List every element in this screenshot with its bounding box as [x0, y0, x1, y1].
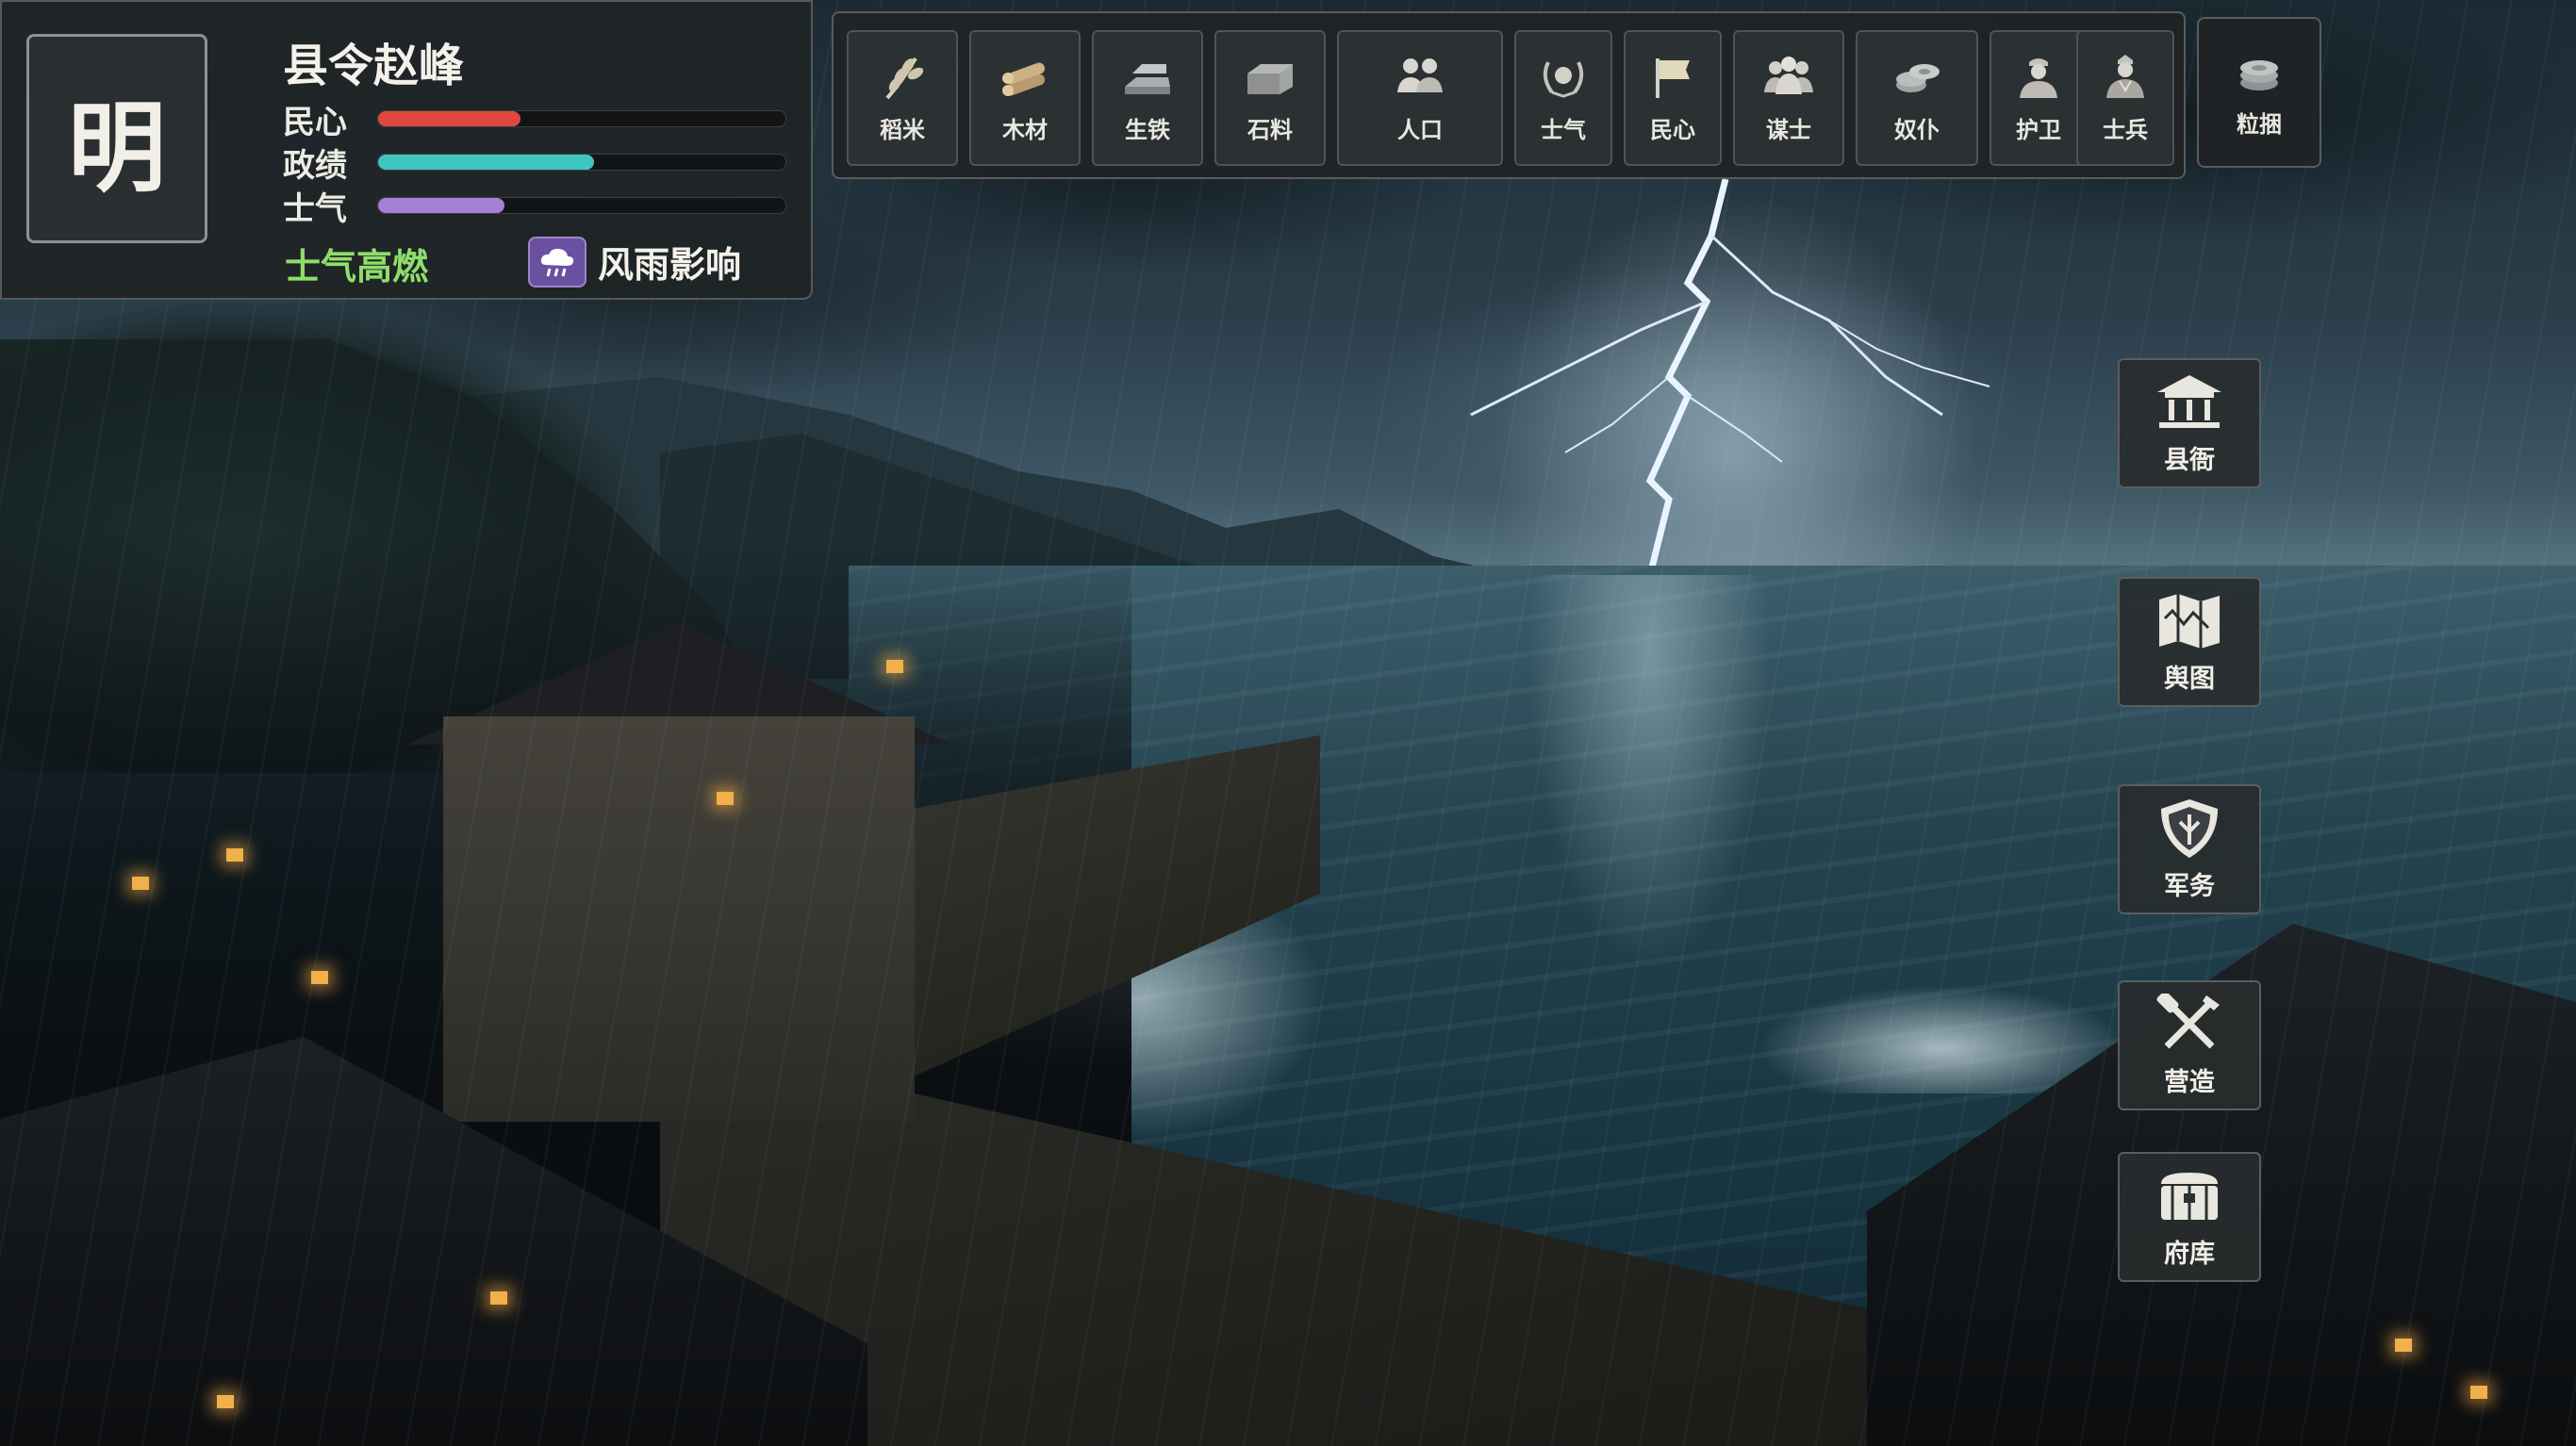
- resource-population-button[interactable]: 人口: [1337, 30, 1503, 166]
- support-bar-fill: [378, 111, 521, 126]
- resource-toolbar: 稻米 木材 生铁 石料 人口 士气 民心 谋士 奴仆 护卫 士兵: [832, 11, 2186, 179]
- stat-row-morale: 士气: [283, 187, 786, 228]
- rice-icon: [885, 57, 924, 99]
- menu-label: 舆图: [2164, 664, 2215, 694]
- resource-label: 生铁: [1125, 116, 1170, 143]
- dynasty-emblem: 明: [26, 34, 207, 243]
- menu-military-button[interactable]: 军务: [2118, 784, 2261, 914]
- dynasty-name: 明: [67, 90, 166, 205]
- stone-icon: [1247, 63, 1293, 94]
- resource-label: 木材: [1002, 116, 1048, 143]
- achievement-bar: [377, 154, 786, 171]
- resource-wood-button[interactable]: 木材: [969, 30, 1081, 166]
- official-status-panel: 明 县令赵峰 民心 政绩 士气 士气高燃 风雨影响: [0, 0, 813, 300]
- resource-morale-button[interactable]: 士气: [1514, 30, 1612, 166]
- flag-icon: [1656, 58, 1690, 98]
- resource-support-button[interactable]: 民心: [1624, 30, 1722, 166]
- resource-label: 石料: [1247, 116, 1293, 143]
- extra-resource-button[interactable]: 粒捆: [2197, 17, 2321, 168]
- menu-yamen-button[interactable]: 县衙: [2118, 358, 2261, 488]
- storm-cloud-icon: [528, 236, 586, 288]
- resource-label: 谋士: [1766, 116, 1811, 143]
- resource-label: 民心: [1650, 116, 1695, 143]
- menu-label: 军务: [2164, 871, 2215, 901]
- yamen-icon: [2157, 374, 2221, 428]
- resource-label: 士气: [1541, 116, 1586, 143]
- resource-label: 士兵: [2103, 116, 2148, 143]
- morale-bar-fill: [378, 198, 504, 213]
- resource-label: 人口: [1397, 116, 1443, 143]
- achievement-bar-fill: [378, 155, 594, 170]
- weather-effect-badge[interactable]: 风雨影响: [528, 236, 741, 288]
- stat-row-achievement: 政绩: [283, 143, 786, 185]
- shield-icon: [2161, 798, 2218, 858]
- menu-map-button[interactable]: 舆图: [2118, 577, 2261, 707]
- morale-bar: [377, 197, 786, 214]
- stat-row-support: 民心: [283, 100, 786, 141]
- wood-icon: [1002, 62, 1046, 96]
- resource-label: 护卫: [2016, 116, 2061, 143]
- coin-stack-icon: [2240, 59, 2278, 90]
- population-icon: [1397, 58, 1443, 92]
- treasury-icon: [2161, 1172, 2218, 1220]
- morale-status-tag: 士气高燃: [285, 246, 429, 288]
- guard-icon: [2020, 58, 2057, 98]
- menu-label: 县衙: [2164, 445, 2215, 475]
- menu-construction-button[interactable]: 营造: [2118, 980, 2261, 1110]
- resource-guard-button[interactable]: 护卫: [1990, 30, 2088, 166]
- stat-label: 政绩: [283, 146, 347, 185]
- menu-label: 府库: [2164, 1239, 2215, 1269]
- stat-label: 民心: [283, 103, 347, 141]
- menu-label: 营造: [2164, 1067, 2215, 1097]
- resource-advisors-button[interactable]: 谋士: [1733, 30, 1844, 166]
- coins-icon: [1896, 63, 1940, 92]
- iron-icon: [1125, 63, 1170, 94]
- support-bar: [377, 110, 786, 127]
- laurel-icon: [1543, 60, 1584, 98]
- soldier-icon: [2106, 54, 2144, 98]
- official-name: 县令赵峰: [283, 40, 465, 92]
- resource-rice-button[interactable]: 稻米: [847, 30, 958, 166]
- map-icon: [2159, 593, 2220, 649]
- resource-iron-button[interactable]: 生铁: [1092, 30, 1203, 166]
- resource-servants-button[interactable]: 奴仆: [1856, 30, 1978, 166]
- tools-icon: [2156, 993, 2220, 1048]
- resource-label: 粒捆: [2237, 110, 2282, 138]
- resource-stone-button[interactable]: 石料: [1214, 30, 1326, 166]
- menu-treasury-button[interactable]: 府库: [2118, 1152, 2261, 1282]
- resource-label: 奴仆: [1894, 116, 1940, 143]
- weather-effect-label: 风雨影响: [598, 244, 742, 286]
- resource-label: 稻米: [880, 116, 925, 143]
- advisors-icon: [1764, 56, 1813, 94]
- resource-soldier-button[interactable]: 士兵: [2076, 30, 2174, 166]
- stat-label: 士气: [283, 189, 347, 228]
